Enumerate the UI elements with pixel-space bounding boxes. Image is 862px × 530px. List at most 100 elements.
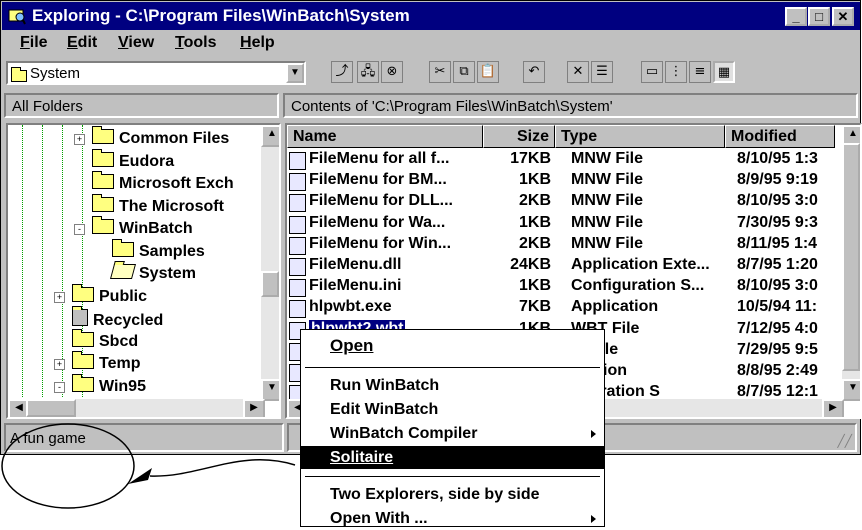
- scroll-right-icon[interactable]: ▶: [822, 399, 844, 417]
- title-bar[interactable]: Exploring - C:\Program Files\WinBatch\Sy…: [2, 2, 860, 30]
- cell-name: FileMenu for Wa...: [309, 213, 446, 231]
- map-drive-icon[interactable]: 🖧: [357, 61, 379, 83]
- annotation-arrow-line: [149, 459, 296, 477]
- tree-hscroll-thumb[interactable]: [26, 399, 76, 417]
- location-value: System: [30, 65, 81, 82]
- context-menu-item-two-explorers-side-by-side[interactable]: Two Explorers, side by side: [301, 483, 604, 506]
- disconnect-drive-icon[interactable]: ⊗: [381, 61, 403, 83]
- list-item[interactable]: FileMenu.dll 24KB Application Exte... 8/7/9…: [287, 256, 827, 277]
- list-scroll-thumb[interactable]: [842, 143, 860, 371]
- column-size[interactable]: Size: [483, 125, 555, 148]
- folder-icon: [92, 171, 114, 189]
- tree-folder-label: Public: [99, 287, 148, 305]
- tree-folder-label: Microsoft Exch: [119, 175, 234, 192]
- context-menu-label: Open: [330, 336, 374, 355]
- cell-type: MNW File: [571, 213, 643, 231]
- cut-icon[interactable]: ✂: [429, 61, 451, 83]
- menu-separator: [305, 367, 600, 368]
- list-vertical-scrollbar[interactable]: ▲ ▼: [842, 125, 860, 401]
- context-menu-label: Solitaire: [330, 449, 394, 466]
- menu-view[interactable]: View: [118, 34, 154, 52]
- cell-size: 2KB: [518, 234, 551, 252]
- contents-header: Contents of 'C:\Program Files\WinBatch\S…: [283, 93, 858, 118]
- menu-tools[interactable]: Tools: [175, 34, 216, 52]
- list-item[interactable]: hlpwbt.exe 7KB Application 10/5/94 11:: [287, 298, 827, 319]
- scroll-up-icon[interactable]: ▲: [261, 125, 279, 147]
- list-view-icon[interactable]: ≡: [689, 61, 711, 83]
- expand-icon[interactable]: +: [54, 291, 65, 303]
- folder-icon: [92, 193, 114, 212]
- properties-icon[interactable]: ☰: [591, 61, 613, 83]
- tree-folder-microsoft-exch[interactable]: Microsoft Exch: [92, 171, 234, 196]
- large-icons-icon[interactable]: ▭: [641, 61, 663, 83]
- chevron-down-icon[interactable]: ▼: [286, 63, 304, 83]
- column-name[interactable]: Name: [287, 125, 483, 148]
- cell-modified: 8/11/95 1:4: [737, 234, 818, 252]
- resize-grip-icon[interactable]: ╱╱: [838, 434, 852, 448]
- list-item[interactable]: FileMenu.ini 1KB Configuration S... 8/10/95…: [287, 277, 827, 298]
- tree-folder-label: Eudora: [119, 152, 175, 170]
- tree-folder-label: System: [139, 265, 196, 282]
- tree-folder-common-files[interactable]: Common Files: [92, 126, 229, 151]
- delete-icon[interactable]: ✕: [567, 61, 589, 83]
- tree-folder-label: Temp: [99, 355, 141, 372]
- scroll-down-icon[interactable]: ▼: [261, 379, 279, 401]
- tree-guide-line: [62, 125, 63, 397]
- expand-icon[interactable]: +: [54, 359, 65, 370]
- tree-vertical-scrollbar[interactable]: ▲ ▼: [261, 125, 279, 401]
- tree-scroll-thumb[interactable]: [261, 271, 279, 297]
- column-modified[interactable]: Modified: [725, 125, 835, 148]
- tree-folder-label: Sbcd: [99, 332, 139, 350]
- close-button[interactable]: ✕: [832, 7, 854, 26]
- list-item[interactable]: FileMenu for BM... 1KB MNW File 8/9/95 9:19: [287, 171, 827, 192]
- menu-help[interactable]: Help: [240, 34, 275, 52]
- tree-folder-the-microsoft[interactable]: The Microsoft: [92, 193, 224, 219]
- cell-modified: 10/5/94 11:: [737, 298, 818, 316]
- tree-folder-recycled[interactable]: Recycled: [72, 306, 163, 331]
- list-item[interactable]: FileMenu for all f... 17KB MNW File 8/10/95…: [287, 150, 827, 171]
- collapse-icon[interactable]: -: [74, 224, 85, 235]
- expand-icon[interactable]: +: [74, 134, 85, 145]
- paste-icon[interactable]: 📋: [477, 61, 499, 83]
- cell-type: MNW File: [571, 150, 643, 167]
- folder-icon: [92, 216, 114, 234]
- location-combo[interactable]: System ▼: [6, 61, 306, 85]
- tree-folder-eudora[interactable]: Eudora: [92, 148, 175, 174]
- tree-folder-public[interactable]: Public: [72, 283, 148, 309]
- context-menu-item-run-winbatch[interactable]: Run WinBatch: [301, 374, 604, 397]
- small-icons-icon[interactable]: ⋮: [665, 61, 687, 83]
- tree-folder-winbatch[interactable]: WinBatch: [92, 216, 193, 241]
- tree-folder-win95[interactable]: Win95: [72, 373, 146, 399]
- tree-folder-temp[interactable]: Temp: [72, 351, 141, 376]
- maximize-button[interactable]: □: [808, 7, 830, 26]
- column-type[interactable]: Type: [555, 125, 725, 148]
- submenu-arrow-icon: [591, 515, 596, 523]
- menu-file[interactable]: File: [20, 34, 48, 52]
- list-item[interactable]: FileMenu for Win... 2KB MNW File 8/11/95 1:…: [287, 235, 827, 256]
- scroll-right-icon[interactable]: ▶: [243, 399, 265, 417]
- minimize-button[interactable]: _: [785, 7, 807, 26]
- details-view-icon[interactable]: ▦: [713, 61, 735, 83]
- undo-icon[interactable]: ↶: [523, 61, 545, 83]
- folder-tree[interactable]: Common Files + Eudora Microsoft Exch The Mic…: [6, 123, 281, 419]
- explorer-app-icon[interactable]: [8, 7, 26, 25]
- collapse-icon[interactable]: -: [54, 381, 65, 393]
- cell-size: 7KB: [518, 298, 551, 316]
- file-icon: [289, 152, 306, 170]
- copy-icon[interactable]: ⧉: [453, 61, 475, 83]
- list-item[interactable]: FileMenu for Wa... 1KB MNW File 7/30/95 9:3: [287, 214, 827, 235]
- cell-name: FileMenu.ini: [309, 277, 402, 295]
- context-menu-item-solitaire[interactable]: Solitaire: [301, 446, 604, 469]
- up-folder-icon[interactable]: ⤴: [331, 61, 353, 83]
- scroll-down-icon[interactable]: ▼: [842, 379, 860, 401]
- tree-horizontal-scrollbar[interactable]: ◀ ▶: [8, 399, 265, 417]
- context-menu-item-winbatch-compiler[interactable]: WinBatch Compiler: [301, 422, 604, 445]
- context-menu-item-edit-winbatch[interactable]: Edit WinBatch: [301, 398, 604, 421]
- list-item[interactable]: FileMenu for DLL... 2KB MNW File 8/10/95 3:…: [287, 192, 827, 213]
- context-menu-item-open[interactable]: Open: [301, 334, 604, 357]
- recycle-bin-icon: [72, 306, 88, 326]
- folder-icon: [72, 283, 94, 302]
- tree-folder-system[interactable]: System: [109, 264, 196, 286]
- tree-folder-samples[interactable]: Samples: [112, 238, 205, 264]
- menu-edit[interactable]: Edit: [67, 34, 97, 52]
